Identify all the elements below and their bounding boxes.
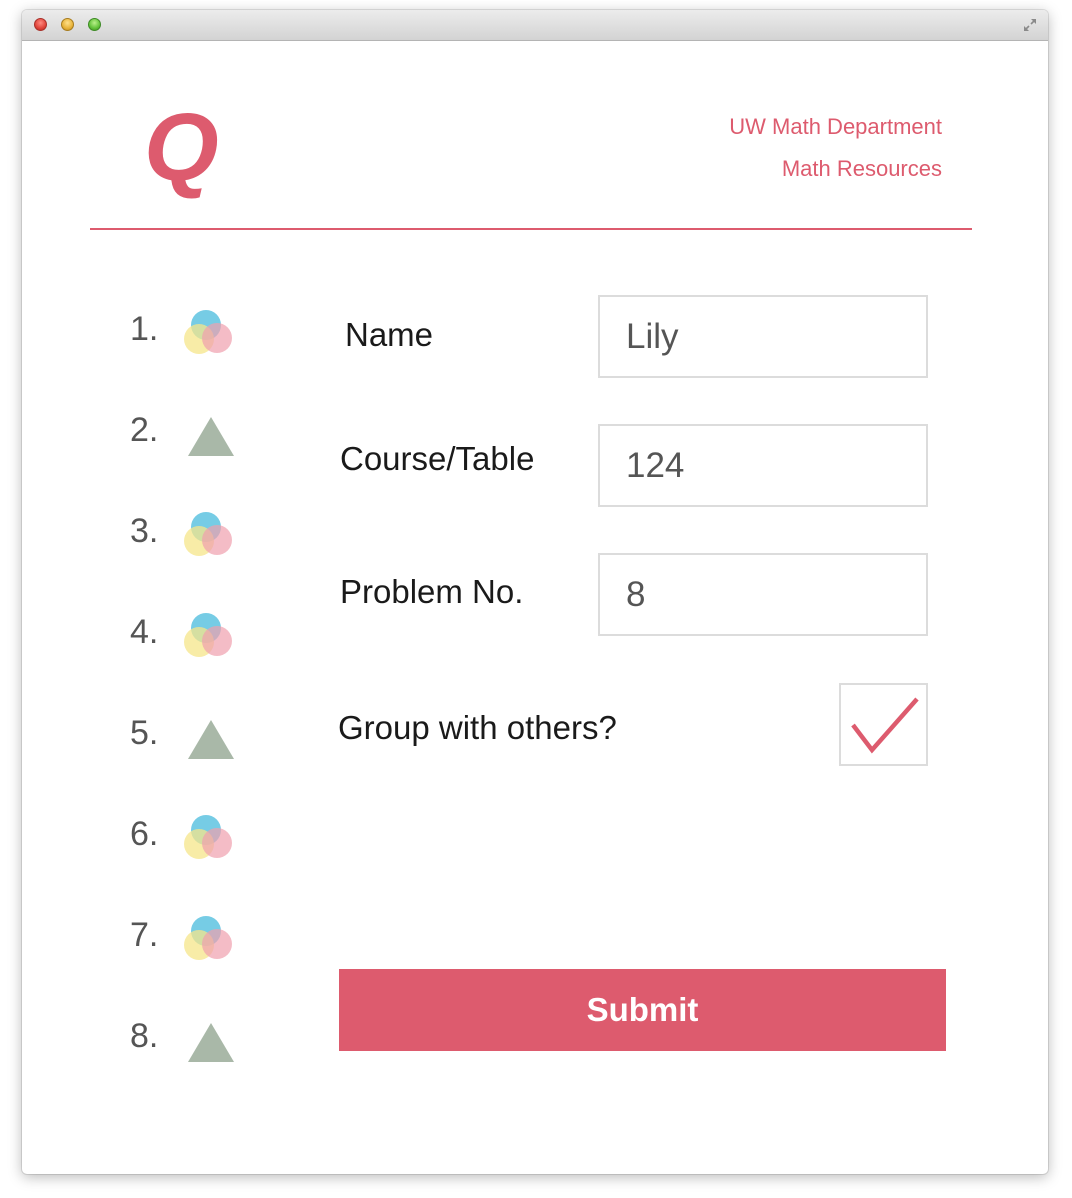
submit-button[interactable]: Submit	[339, 969, 946, 1051]
zoom-icon[interactable]	[88, 18, 101, 31]
name-label: Name	[345, 316, 434, 353]
problem-number-input[interactable]	[598, 553, 928, 636]
group-with-others-checkbox[interactable]	[839, 683, 928, 766]
triangle-icon	[184, 710, 236, 762]
queue-number: 3.	[130, 512, 159, 550]
header-links: UW Math Department Math Resources	[729, 106, 942, 190]
queue-number: 4.	[130, 613, 159, 651]
queue-list: 1. 2. 3. 4. 5. 6. 7. 8.	[130, 302, 270, 1110]
venn-circles-icon	[184, 912, 236, 964]
queue-number: 2.	[130, 411, 159, 449]
course-table-input[interactable]	[598, 424, 928, 507]
queue-number: 1.	[130, 310, 159, 348]
math-resources-link[interactable]: Math Resources	[729, 148, 942, 190]
title-bar	[22, 10, 1048, 41]
close-icon[interactable]	[34, 18, 47, 31]
queue-item: 5.	[130, 706, 270, 807]
triangle-icon	[184, 1013, 236, 1065]
triangle-icon	[184, 407, 236, 459]
queue-item: 3.	[130, 504, 270, 605]
venn-circles-icon	[184, 306, 236, 358]
minimize-icon[interactable]	[61, 18, 74, 31]
venn-circles-icon	[184, 609, 236, 661]
checkmark-icon	[851, 697, 919, 754]
uw-math-department-link[interactable]: UW Math Department	[729, 106, 942, 148]
queue-item: 4.	[130, 605, 270, 706]
queue-number: 5.	[130, 714, 159, 752]
queue-item: 1.	[130, 302, 270, 403]
venn-circles-icon	[184, 508, 236, 560]
queue-item: 2.	[130, 403, 270, 504]
app-window: Q UW Math Department Math Resources 1. 2.…	[22, 10, 1048, 1174]
queue-item: 8.	[130, 1009, 270, 1110]
queue-number: 8.	[130, 1017, 159, 1055]
name-input[interactable]	[598, 295, 928, 378]
group-with-others-label: Group with others?	[338, 709, 617, 746]
queue-number: 7.	[130, 916, 159, 954]
venn-circles-icon	[184, 811, 236, 863]
fullscreen-arrows-icon[interactable]	[1022, 17, 1038, 33]
header-divider	[90, 228, 972, 230]
queue-item: 6.	[130, 807, 270, 908]
course-table-label: Course/Table	[340, 440, 535, 477]
queue-number: 6.	[130, 815, 159, 853]
queue-item: 7.	[130, 908, 270, 1009]
problem-number-label: Problem No.	[340, 573, 524, 610]
app-logo: Q	[144, 94, 219, 201]
